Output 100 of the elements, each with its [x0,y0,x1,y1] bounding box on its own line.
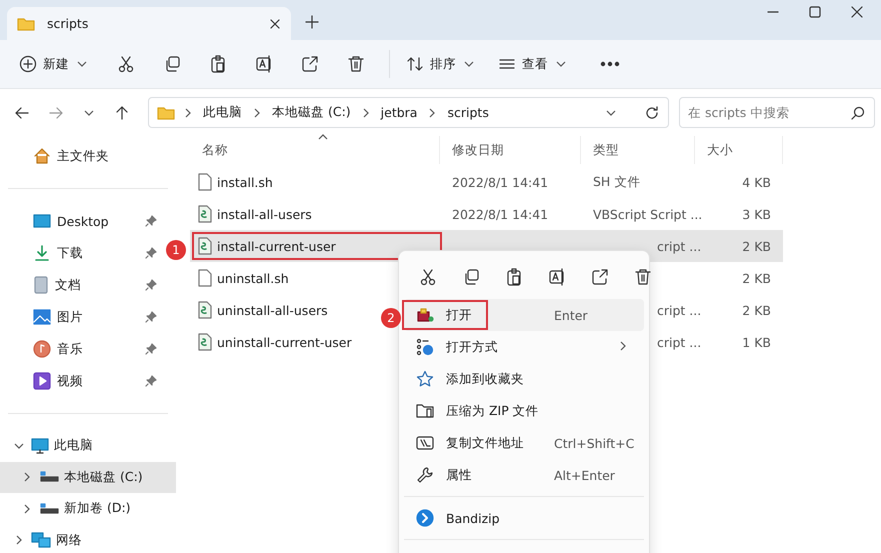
forward-arrow-icon[interactable] [48,104,64,120]
tree-label: 此电脑 [54,437,93,454]
file-name: install.sh [194,170,440,194]
path-segment[interactable]: jetbra [378,105,420,120]
pin-icon[interactable] [145,279,157,291]
menu-item[interactable]: 属性 Alt+Enter [404,459,644,491]
type-cell: cript ... [657,334,702,350]
picture-icon [33,309,51,325]
path-segment[interactable]: scripts [445,105,491,120]
new-tab-icon[interactable] [305,15,319,29]
size-cell: 2 KB [742,302,771,318]
size-cell: 3 KB [742,206,771,222]
wrench-icon [416,466,434,484]
video-icon [33,372,51,390]
window-app-icon [416,306,434,324]
rename-icon[interactable] [548,268,566,286]
step-badge: 1 [166,240,186,260]
step-badge: 2 [381,308,401,328]
type-cell: cript ... [657,238,702,254]
trash-icon[interactable] [634,268,652,286]
music-icon [33,340,51,358]
sort-button[interactable]: 排序 [404,51,478,77]
download-arrow-icon [33,244,51,262]
tree-item[interactable]: 新加卷 (D:) [0,493,176,524]
sort-arrows-icon [406,55,424,73]
trash-icon[interactable] [347,55,365,73]
document-icon [33,276,49,294]
sidebar-item[interactable]: 视频 [0,365,165,397]
size-cell: 4 KB [742,174,771,190]
pin-icon[interactable] [145,215,157,227]
script-file-icon [197,205,213,223]
desktop-icon [33,213,51,229]
menu-item[interactable]: Bandizip [404,502,644,534]
pin-icon[interactable] [145,247,157,259]
type-cell: SH 文件 [593,174,640,188]
sidebar-item[interactable]: 文档 [0,269,165,301]
scissors-icon[interactable] [419,268,437,286]
tree-label: 新加卷 (D:) [64,500,131,518]
tree-item[interactable]: 此电脑 [0,430,176,462]
network-icon [31,531,51,550]
star-icon [416,370,434,388]
menu-item[interactable]: 复制文件地址 Ctrl+Shift+C [404,427,644,459]
column-header[interactable]: 大小 [695,136,783,164]
new-button[interactable]: 新建 [17,51,91,77]
zip-folder-icon [416,402,434,420]
pin-icon[interactable] [145,375,157,387]
date-cell: 2022/8/1 14:41 [452,206,548,222]
monitor-icon [31,436,49,455]
bandizip-icon [416,509,434,527]
up-arrow-icon[interactable] [114,104,130,120]
maximize-icon[interactable] [809,6,821,18]
size-cell: 2 KB [742,238,771,254]
address-bar[interactable]: 此电脑 本地磁盘 (C:) jetbra scripts [148,97,669,128]
path-icon [416,434,434,452]
sidebar-item[interactable]: Desktop [0,205,165,237]
refresh-icon[interactable] [644,104,660,120]
paste-icon[interactable] [505,268,523,286]
folder-tab[interactable]: scripts [7,7,291,40]
column-header[interactable]: 名称 [190,136,440,164]
script-file-icon [197,333,213,351]
view-button[interactable]: 查看 [496,51,570,77]
path-segment[interactable]: 此电脑 [201,104,244,121]
menu-item[interactable]: 打开方式 [404,331,644,363]
scissors-icon[interactable] [117,55,135,73]
sidebar-item[interactable]: 下载 [0,237,165,269]
type-cell: cript ... [657,302,702,318]
sidebar-item[interactable]: 图片 [0,301,165,333]
close-icon[interactable] [269,18,281,30]
tree-item[interactable]: 网络 [0,524,176,553]
sidebar-item[interactable]: 音乐 [0,333,165,365]
script-file-icon [197,301,213,319]
search-field[interactable]: 在 scripts 中搜索 [679,97,875,128]
share-icon[interactable] [301,55,319,73]
close-icon[interactable] [851,6,863,18]
share-icon[interactable] [591,268,609,286]
pin-icon[interactable] [145,343,157,355]
column-header[interactable]: 修改日期 [440,136,581,164]
drive-icon [39,502,59,516]
type-cell: VBScript Script ... [593,206,702,222]
rename-icon[interactable] [255,55,273,73]
app-list-icon [416,338,434,356]
path-segment[interactable]: 本地磁盘 (C:) [270,104,353,121]
pin-icon[interactable] [145,311,157,323]
size-cell: 1 KB [742,334,771,350]
menu-item[interactable]: 添加到收藏夹 [404,363,644,395]
paste-icon[interactable] [209,55,227,73]
column-header[interactable]: 类型 [581,136,695,164]
search-icon [851,106,865,120]
size-cell: 2 KB [742,270,771,286]
script-file-icon [197,237,213,255]
menu-item[interactable]: 打开 Enter [404,299,644,331]
tree-item[interactable]: 本地磁盘 (C:) [0,462,176,493]
file-icon [197,269,213,287]
plus-circle-icon [19,55,37,73]
menu-item[interactable]: 压缩为 ZIP 文件 [404,395,644,427]
folder-icon [157,106,175,120]
date-cell: 2022/8/1 14:41 [452,174,548,190]
back-arrow-icon[interactable] [14,104,30,120]
more-icon[interactable] [600,61,620,67]
sidebar-item[interactable]: 主文件夹 [0,140,165,172]
